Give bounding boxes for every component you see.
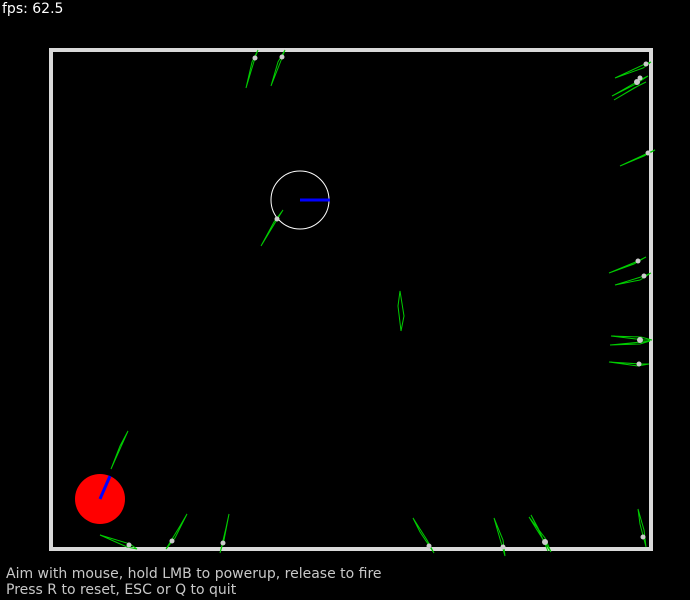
arrow [260,209,284,247]
arrow [609,340,651,346]
arena-wall [49,48,653,551]
game-canvas[interactable] [0,0,690,600]
arrow [245,49,259,89]
fps-counter: fps: 62.5 [2,1,64,17]
arrow [165,513,188,550]
arrow [110,430,129,470]
target [270,170,330,230]
arrow-tips [126,54,651,550]
player [75,474,125,524]
help-text-controls: Aim with mouse, hold LMB to powerup, rel… [6,566,382,582]
arrow [530,514,549,552]
arrow [397,290,405,332]
arrow [608,361,650,367]
arrow [99,534,138,550]
arrow [613,81,647,101]
arrows [99,49,656,557]
arrow [611,75,649,97]
arrow [608,256,647,274]
help-text-keys: Press R to reset, ESC or Q to quit [6,582,237,598]
arrow [528,516,552,553]
arrow [610,335,653,341]
arrow [637,508,647,548]
